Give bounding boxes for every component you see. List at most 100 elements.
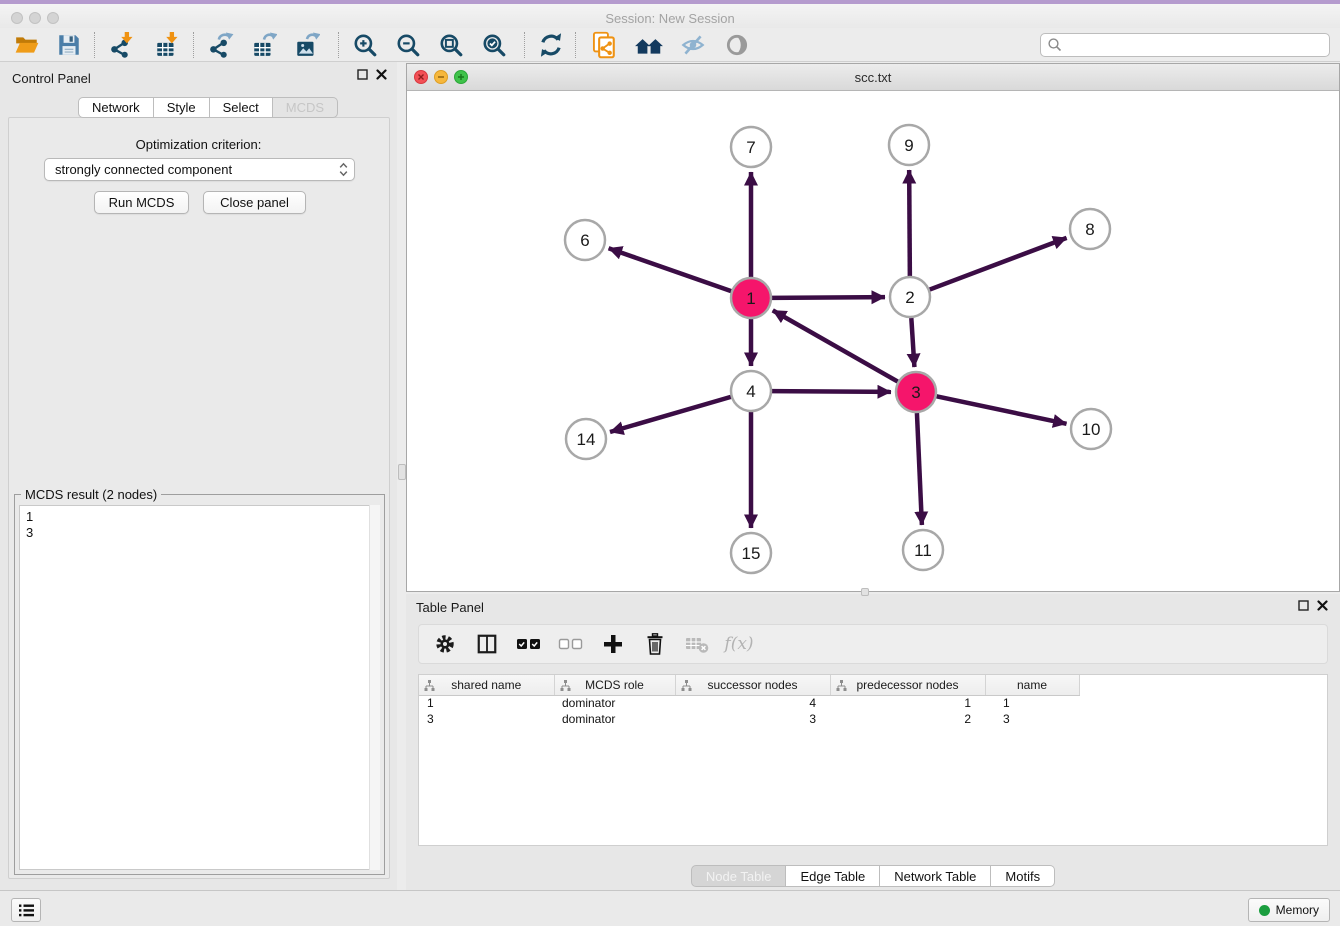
- graph-node-8[interactable]: 8: [1070, 209, 1110, 249]
- zoom-out-icon[interactable]: [389, 30, 427, 60]
- add-icon[interactable]: [599, 630, 627, 658]
- svg-text:6: 6: [580, 231, 589, 250]
- float-panel-icon[interactable]: [357, 69, 368, 80]
- cell[interactable]: 4: [675, 695, 830, 711]
- toolbar-separator: [575, 32, 576, 58]
- panel-divider-handle[interactable]: [398, 464, 406, 480]
- edge-4-3[interactable]: [772, 391, 891, 392]
- show-column-icon[interactable]: [473, 630, 501, 658]
- column-header-successor-nodes[interactable]: successor nodes: [675, 675, 830, 695]
- cell[interactable]: 2: [830, 711, 985, 727]
- search-field[interactable]: [1040, 33, 1330, 57]
- zoom-fit-icon[interactable]: [432, 30, 470, 60]
- cell[interactable]: 3: [419, 711, 554, 727]
- task-history-button[interactable]: [11, 898, 41, 922]
- cell[interactable]: 1: [830, 695, 985, 711]
- table-tabs: Node TableEdge TableNetwork TableMotifs: [406, 865, 1340, 887]
- graph-node-11[interactable]: 11: [903, 530, 943, 570]
- column-header-shared-name[interactable]: shared name: [419, 675, 554, 695]
- toolbar-separator: [338, 32, 339, 58]
- edge-1-6[interactable]: [609, 248, 732, 291]
- tab-edge-table[interactable]: Edge Table: [786, 865, 880, 887]
- stepper-icon: [339, 162, 348, 177]
- edge-3-11[interactable]: [917, 413, 922, 525]
- graph-node-3[interactable]: 3: [896, 372, 936, 412]
- edge-2-9[interactable]: [909, 170, 910, 276]
- cell[interactable]: 1: [985, 695, 1079, 711]
- graph-node-1[interactable]: 1: [731, 278, 771, 318]
- graph-node-4[interactable]: 4: [731, 371, 771, 411]
- mcds-result-list[interactable]: 1 3: [19, 505, 380, 870]
- refresh-layout-icon[interactable]: [532, 30, 570, 60]
- import-table-icon[interactable]: [148, 30, 186, 60]
- run-mcds-button[interactable]: Run MCDS: [94, 191, 189, 214]
- float-panel-icon[interactable]: [1298, 600, 1309, 611]
- network-canvas[interactable]: 7 9 6 8 1 2 4 3 14 10 15 11: [407, 91, 1339, 592]
- zoom-in-icon[interactable]: [346, 30, 384, 60]
- graph-node-14[interactable]: 14: [566, 419, 606, 459]
- edge-2-3[interactable]: [911, 318, 914, 367]
- session-title: Session: New Session: [0, 11, 1340, 26]
- save-session-icon[interactable]: [50, 30, 88, 60]
- column-header-predecessor-nodes[interactable]: predecessor nodes: [830, 675, 985, 695]
- control-panel: Control Panel NetworkStyleSelectMCDS Opt…: [0, 62, 397, 890]
- export-image-icon[interactable]: [288, 30, 326, 60]
- cell[interactable]: 1: [419, 695, 554, 711]
- search-input[interactable]: [1067, 35, 1329, 55]
- graph-node-15[interactable]: 15: [731, 533, 771, 573]
- cell[interactable]: 3: [675, 711, 830, 727]
- edge-2-8[interactable]: [930, 238, 1067, 290]
- table-row[interactable]: 1dominator411: [419, 695, 1079, 711]
- edge-3-10[interactable]: [937, 396, 1067, 423]
- close-panel-icon[interactable]: [376, 69, 387, 80]
- network-window-titlebar[interactable]: scc.txt: [407, 64, 1339, 91]
- deselect-all-checks-icon[interactable]: [557, 630, 585, 658]
- svg-text:3: 3: [911, 383, 920, 402]
- cell[interactable]: dominator: [554, 711, 675, 727]
- delete-table-icon[interactable]: [683, 630, 711, 658]
- close-panel-icon[interactable]: [1317, 600, 1328, 611]
- tab-node-table[interactable]: Node Table: [691, 865, 787, 887]
- tab-mcds[interactable]: MCDS: [273, 97, 338, 118]
- result-scrollbar[interactable]: [369, 505, 380, 870]
- tab-network-table[interactable]: Network Table: [880, 865, 991, 887]
- first-neighbors-icon[interactable]: [630, 30, 668, 60]
- graph-node-10[interactable]: 10: [1071, 409, 1111, 449]
- edge-1-2[interactable]: [772, 297, 885, 298]
- hide-selected-icon[interactable]: [674, 30, 712, 60]
- graph-node-6[interactable]: 6: [565, 220, 605, 260]
- import-network-icon[interactable]: [103, 30, 141, 60]
- optimization-criterion-select[interactable]: strongly connected component: [44, 158, 355, 181]
- delete-icon[interactable]: [641, 630, 669, 658]
- export-table-icon[interactable]: [245, 30, 283, 60]
- edge-3-1[interactable]: [773, 310, 898, 381]
- split-pane-handle[interactable]: [861, 588, 869, 596]
- column-header-name[interactable]: name: [985, 675, 1079, 695]
- cell[interactable]: 3: [985, 711, 1079, 727]
- open-session-icon[interactable]: [8, 30, 46, 60]
- edge-4-14[interactable]: [610, 397, 731, 432]
- select-all-checks-icon[interactable]: [515, 630, 543, 658]
- graph-node-7[interactable]: 7: [731, 127, 771, 167]
- tab-style[interactable]: Style: [154, 97, 210, 118]
- column-header-MCDS-role[interactable]: MCDS role: [554, 675, 675, 695]
- function-builder-icon[interactable]: f(x): [725, 630, 753, 658]
- tab-motifs[interactable]: Motifs: [991, 865, 1055, 887]
- tab-network[interactable]: Network: [78, 97, 154, 118]
- graph-node-2[interactable]: 2: [890, 277, 930, 317]
- memory-button[interactable]: Memory: [1248, 898, 1330, 922]
- mcds-result-box: MCDS result (2 nodes) 1 3: [14, 494, 385, 875]
- zoom-selected-icon[interactable]: [475, 30, 513, 60]
- table-panel-title: Table Panel: [416, 600, 484, 615]
- show-all-icon[interactable]: [718, 30, 756, 60]
- search-icon: [1047, 37, 1063, 53]
- close-panel-button[interactable]: Close panel: [203, 191, 306, 214]
- table-row[interactable]: 3dominator323: [419, 711, 1079, 727]
- cell[interactable]: dominator: [554, 695, 675, 711]
- export-network-icon[interactable]: [202, 30, 240, 60]
- graph-node-9[interactable]: 9: [889, 125, 929, 165]
- control-panel-title: Control Panel: [12, 71, 91, 86]
- settings-gear-icon[interactable]: [431, 630, 459, 658]
- new-network-from-selection-icon[interactable]: [586, 30, 624, 60]
- tab-select[interactable]: Select: [210, 97, 273, 118]
